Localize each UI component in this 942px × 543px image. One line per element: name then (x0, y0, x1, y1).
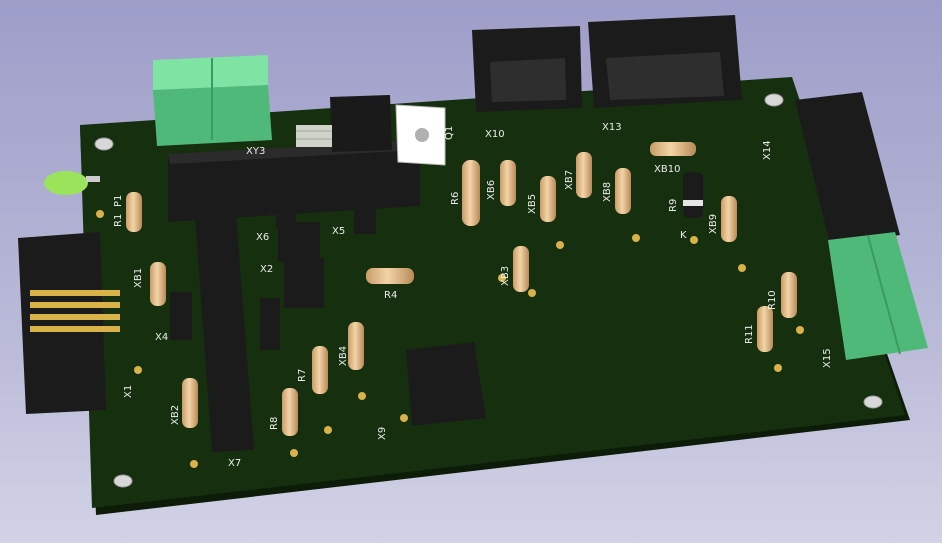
label-r11: R11 (744, 324, 755, 344)
label-x7: X7 (228, 458, 241, 469)
mounting-hole (113, 474, 133, 488)
resistor-r7 (312, 346, 328, 394)
label-x6: X6 (256, 232, 269, 243)
resistor-xb9 (721, 196, 737, 242)
label-r4: R4 (384, 290, 397, 301)
label-r6: R6 (450, 192, 461, 205)
resistor-xb8 (615, 168, 631, 214)
resistor-r6 (462, 160, 480, 226)
resistor-xb3 (513, 246, 529, 292)
label-xy3: XY3 (246, 146, 265, 157)
label-r7: R7 (297, 369, 308, 382)
jumper-x5 (354, 186, 376, 234)
label-xb2: XB2 (170, 405, 181, 425)
header-x9 (406, 342, 486, 426)
label-r10: R10 (767, 290, 778, 310)
label-k: K (680, 230, 687, 241)
label-x2: X2 (260, 264, 273, 275)
label-xb3: XB3 (500, 266, 511, 286)
resistor-xb4 (348, 322, 364, 370)
label-r8: R8 (269, 417, 280, 430)
label-x4: X4 (155, 332, 168, 343)
label-xb4: XB4 (338, 346, 349, 366)
label-x14: X14 (762, 140, 773, 160)
label-xb8: XB8 (602, 182, 613, 202)
idc-x10 (472, 26, 582, 112)
label-xb1: XB1 (133, 268, 144, 288)
label-xb5: XB5 (527, 194, 538, 214)
label-x13: X13 (602, 122, 622, 133)
label-x5: X5 (332, 226, 345, 237)
resistor-xb2 (182, 378, 198, 428)
label-r9: R9 (668, 199, 679, 212)
resistor-r11 (757, 306, 773, 352)
resistor-xb6 (500, 160, 516, 206)
resistor-r4 (366, 268, 414, 284)
idc-x13 (588, 15, 742, 108)
resistor-xb5 (540, 176, 556, 222)
label-x15: X15 (822, 348, 833, 368)
resistor-xb10 (650, 142, 696, 156)
label-xb7: XB7 (564, 170, 575, 190)
pcb-3d-view: X1 R1 P1 XB1 X4 XB2 X7 X6 X2 X5 XY3 R4 R… (18, 15, 928, 515)
label-xb9: XB9 (708, 214, 719, 234)
label-x10: X10 (485, 129, 505, 140)
resistor-r1 (126, 192, 142, 232)
resistor-xb1 (150, 262, 166, 306)
jumper-misc (260, 298, 280, 350)
label-p1: P1 (113, 195, 124, 207)
jumper-x4 (170, 292, 192, 340)
terminal-block-top (153, 55, 272, 146)
mounting-hole (764, 93, 784, 107)
label-x1: X1 (123, 385, 134, 398)
jumper-misc (276, 190, 296, 228)
label-r1: R1 (113, 214, 124, 227)
label-q1: Q1 (444, 126, 455, 140)
diode-r9 (683, 172, 703, 218)
label-xb10: XB10 (654, 164, 680, 175)
label-x9: X9 (377, 427, 388, 440)
resistor-r8 (282, 388, 298, 436)
mounting-hole (863, 395, 883, 409)
label-xb6: XB6 (486, 180, 497, 200)
mounting-hole (94, 137, 114, 151)
resistor-xb7 (576, 152, 592, 198)
resistor-r10 (781, 272, 797, 318)
jumper-x2 (284, 258, 324, 308)
